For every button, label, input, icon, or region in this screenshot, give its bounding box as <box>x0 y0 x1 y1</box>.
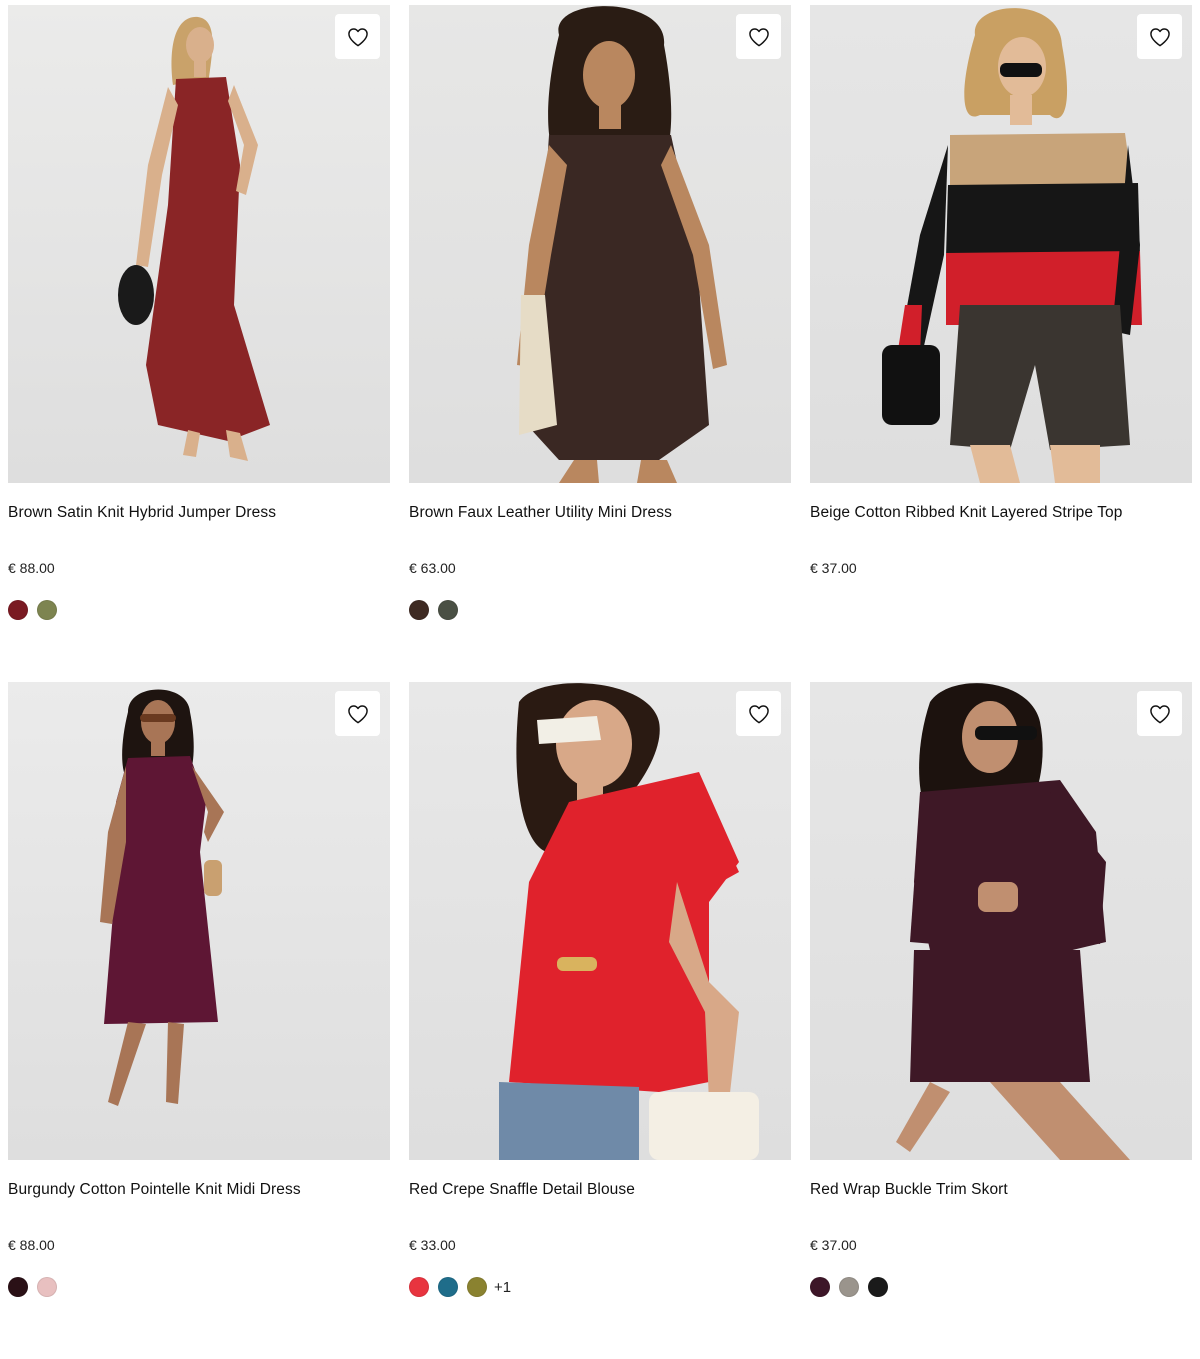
color-swatches: +1 <box>409 1276 791 1298</box>
product-card[interactable]: Beige Cotton Ribbed Knit Layered Stripe … <box>810 5 1192 682</box>
product-image[interactable] <box>409 682 791 1160</box>
color-swatches <box>8 1276 390 1298</box>
model-photo <box>896 683 1130 1160</box>
product-grid: Brown Satin Knit Hybrid Jumper Dress € 88… <box>8 5 1194 1359</box>
wishlist-button[interactable] <box>1137 14 1182 59</box>
color-swatches <box>810 599 1192 621</box>
product-price: € 33.00 <box>409 1237 456 1253</box>
product-card[interactable]: Red Wrap Buckle Trim Skort € 37.00 <box>810 682 1192 1359</box>
product-image[interactable] <box>810 5 1192 483</box>
color-swatches <box>8 599 390 621</box>
product-card[interactable]: Brown Faux Leather Utility Mini Dress € 6… <box>409 5 791 682</box>
color-swatch[interactable] <box>868 1277 888 1297</box>
wishlist-button[interactable] <box>335 691 380 736</box>
color-swatch[interactable] <box>810 1277 830 1297</box>
product-title[interactable]: Red Wrap Buckle Trim Skort <box>810 1180 1192 1200</box>
model-photo <box>517 6 727 483</box>
product-price: € 88.00 <box>8 1237 55 1253</box>
product-image[interactable] <box>8 5 390 483</box>
product-card[interactable]: Red Crepe Snaffle Detail Blouse € 33.00 +1 <box>409 682 791 1359</box>
product-price: € 37.00 <box>810 560 857 576</box>
color-swatch[interactable] <box>467 1277 487 1297</box>
color-swatches <box>409 599 791 621</box>
color-swatch[interactable] <box>839 1277 859 1297</box>
product-image[interactable] <box>810 682 1192 1160</box>
product-title[interactable]: Brown Satin Knit Hybrid Jumper Dress <box>8 503 390 523</box>
heart-outline-icon <box>748 704 769 723</box>
model-photo <box>118 16 270 461</box>
more-colors-count[interactable]: +1 <box>494 1279 511 1296</box>
wishlist-button[interactable] <box>736 691 781 736</box>
color-swatch[interactable] <box>409 600 429 620</box>
color-swatch[interactable] <box>409 1277 429 1297</box>
heart-outline-icon <box>347 704 368 723</box>
product-image[interactable] <box>8 682 390 1160</box>
color-swatch[interactable] <box>438 1277 458 1297</box>
heart-outline-icon <box>347 27 368 46</box>
product-title[interactable]: Brown Faux Leather Utility Mini Dress <box>409 503 791 523</box>
color-swatch[interactable] <box>37 600 57 620</box>
color-swatch[interactable] <box>37 1277 57 1297</box>
color-swatch[interactable] <box>8 1277 28 1297</box>
model-photo <box>100 689 224 1106</box>
heart-outline-icon <box>748 27 769 46</box>
color-swatches <box>810 1276 1192 1298</box>
product-price: € 37.00 <box>810 1237 857 1253</box>
product-title[interactable]: Burgundy Cotton Pointelle Knit Midi Dres… <box>8 1180 390 1200</box>
wishlist-button[interactable] <box>335 14 380 59</box>
model-photo <box>882 8 1142 483</box>
heart-outline-icon <box>1149 27 1170 46</box>
color-swatch[interactable] <box>438 600 458 620</box>
wishlist-button[interactable] <box>736 14 781 59</box>
product-price: € 88.00 <box>8 560 55 576</box>
product-title[interactable]: Beige Cotton Ribbed Knit Layered Stripe … <box>810 503 1192 523</box>
product-image[interactable] <box>409 5 791 483</box>
product-price: € 63.00 <box>409 560 456 576</box>
heart-outline-icon <box>1149 704 1170 723</box>
color-swatch[interactable] <box>8 600 28 620</box>
product-card[interactable]: Burgundy Cotton Pointelle Knit Midi Dres… <box>8 682 390 1359</box>
model-photo <box>499 683 759 1160</box>
product-card[interactable]: Brown Satin Knit Hybrid Jumper Dress € 88… <box>8 5 390 682</box>
product-title[interactable]: Red Crepe Snaffle Detail Blouse <box>409 1180 791 1200</box>
wishlist-button[interactable] <box>1137 691 1182 736</box>
